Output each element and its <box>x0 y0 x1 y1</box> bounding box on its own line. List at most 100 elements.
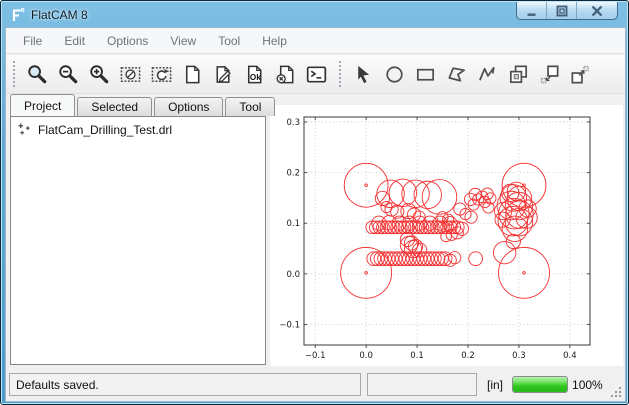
status-field-2 <box>367 373 477 396</box>
drill-circle <box>365 272 368 275</box>
replot-button[interactable] <box>147 60 176 89</box>
drill-circle <box>422 180 457 215</box>
x-tick-label: 0.2 <box>461 351 475 361</box>
drill-circle <box>389 179 417 207</box>
drill-circle <box>365 184 368 187</box>
new-file-icon <box>181 63 204 86</box>
window-controls <box>516 2 618 20</box>
project-tree-panel[interactable]: FlatCam_Drilling_Test.drl <box>10 116 266 365</box>
window-title: FlatCAM 8 <box>31 8 88 22</box>
maximize-icon <box>555 4 569 18</box>
minimize-button[interactable] <box>517 2 547 19</box>
draw-rectangle-button[interactable] <box>411 60 440 89</box>
plot-canvas[interactable]: −0.1 0.0 0.1 0.2 0.3 0.4 −0.1 0.0 0.1 0.2 0.3 <box>270 105 623 366</box>
menu-item-tool[interactable]: Tool <box>207 30 251 52</box>
circle-icon <box>383 63 406 86</box>
zoom-out-button[interactable] <box>54 60 83 89</box>
shell-icon <box>305 63 328 86</box>
flatcam-logo-icon[interactable] <box>9 7 25 23</box>
drill-circle <box>444 254 456 266</box>
clear-plot-button[interactable] <box>116 60 145 89</box>
menu-bar: FileEditOptionsViewToolHelp <box>6 28 625 54</box>
client-area: FileEditOptionsViewToolHelp ProjectSelec… <box>5 27 626 402</box>
x-tick-label: 0.4 <box>563 351 577 361</box>
menu-item-view[interactable]: View <box>159 30 207 52</box>
tab-project[interactable]: Project <box>10 94 75 116</box>
status-bar: Defaults saved. [in] 100% <box>6 368 625 401</box>
status-message-box: Defaults saved. <box>9 373 361 396</box>
x-tick-label: 0.0 <box>359 351 373 361</box>
menu-item-options[interactable]: Options <box>96 30 159 52</box>
rectangle-icon <box>414 63 437 86</box>
tree-item-label: FlatCam_Drilling_Test.drl <box>38 123 172 137</box>
maximize-button[interactable] <box>547 2 577 19</box>
close-icon <box>590 4 604 18</box>
toolbar <box>6 55 625 94</box>
y-tick-label: 0.2 <box>286 169 300 179</box>
drill-file-icon <box>17 122 32 137</box>
progress-fill <box>513 377 567 392</box>
y-tick-label: 0.3 <box>286 118 300 128</box>
zoom-in-icon <box>88 63 111 86</box>
zoom-fit-button[interactable] <box>23 60 52 89</box>
open-project-button[interactable] <box>209 60 238 89</box>
zoom-in-button[interactable] <box>85 60 114 89</box>
drill-circle <box>449 252 461 264</box>
app-window: FlatCAM 8 FileEditOptionsViewToolHelp Pr… <box>0 0 629 405</box>
cursor-icon <box>352 63 375 86</box>
zoom-fit-icon <box>26 63 49 86</box>
save-project-button[interactable] <box>240 60 269 89</box>
drill-circle <box>414 181 442 209</box>
y-tick-label: −0.1 <box>279 320 300 330</box>
x-tick-label: 0.3 <box>512 351 526 361</box>
menu-item-edit[interactable]: Edit <box>53 30 96 52</box>
status-message: Defaults saved. <box>16 378 99 392</box>
move-objects-button[interactable] <box>535 60 564 89</box>
copy-move-icon <box>569 63 592 86</box>
delete-file-icon <box>274 63 297 86</box>
tab-selected[interactable]: Selected <box>77 97 152 116</box>
toolbar-drag-handle[interactable] <box>12 61 16 87</box>
edit-file-icon <box>212 63 235 86</box>
drill-circle <box>499 247 550 298</box>
plot-panel: −0.1 0.0 0.1 0.2 0.3 0.4 −0.1 0.0 0.1 0.2 0.3 <box>270 105 623 366</box>
tab-bar: ProjectSelectedOptionsTool <box>10 95 277 116</box>
draw-circle-button[interactable] <box>380 60 409 89</box>
delete-object-button[interactable] <box>271 60 300 89</box>
menu-item-help[interactable]: Help <box>251 30 298 52</box>
drill-circle <box>523 272 526 275</box>
draw-polyline-button[interactable] <box>473 60 502 89</box>
y-tick-label: 0.1 <box>286 219 300 229</box>
copy-geometry-button[interactable] <box>566 60 595 89</box>
zoom-out-icon <box>57 63 80 86</box>
y-tick-label: 0.0 <box>286 270 300 280</box>
x-tick-label: −0.1 <box>305 351 326 361</box>
drill-circle <box>469 252 483 266</box>
progress-bar <box>512 376 568 393</box>
x-tick-label: 0.1 <box>410 351 424 361</box>
polyline-icon <box>476 63 499 86</box>
close-button[interactable] <box>577 2 617 19</box>
draw-polygon-button[interactable] <box>442 60 471 89</box>
titlebar[interactable]: FlatCAM 8 <box>1 1 628 26</box>
copy-icon <box>507 63 530 86</box>
menu-item-file[interactable]: File <box>12 30 53 52</box>
move-icon <box>538 63 561 86</box>
copy-objects-button[interactable] <box>504 60 533 89</box>
select-tool-button[interactable] <box>349 60 378 89</box>
toolbar-drag-handle[interactable] <box>338 61 342 87</box>
new-project-button[interactable] <box>178 60 207 89</box>
resize-grip-icon[interactable] <box>610 386 622 398</box>
tab-tool[interactable]: Tool <box>225 97 275 116</box>
clear-plot-icon <box>119 63 142 86</box>
ok-file-icon <box>243 63 266 86</box>
tab-options[interactable]: Options <box>154 97 223 116</box>
polygon-icon <box>445 63 468 86</box>
replot-icon <box>150 63 173 86</box>
shell-button[interactable] <box>302 60 331 89</box>
units-label: [in] <box>487 378 503 392</box>
drill-circle <box>493 241 515 263</box>
tree-item[interactable]: FlatCam_Drilling_Test.drl <box>11 117 265 139</box>
minimize-icon <box>525 4 539 18</box>
progress-percent-label: 100% <box>572 378 603 392</box>
